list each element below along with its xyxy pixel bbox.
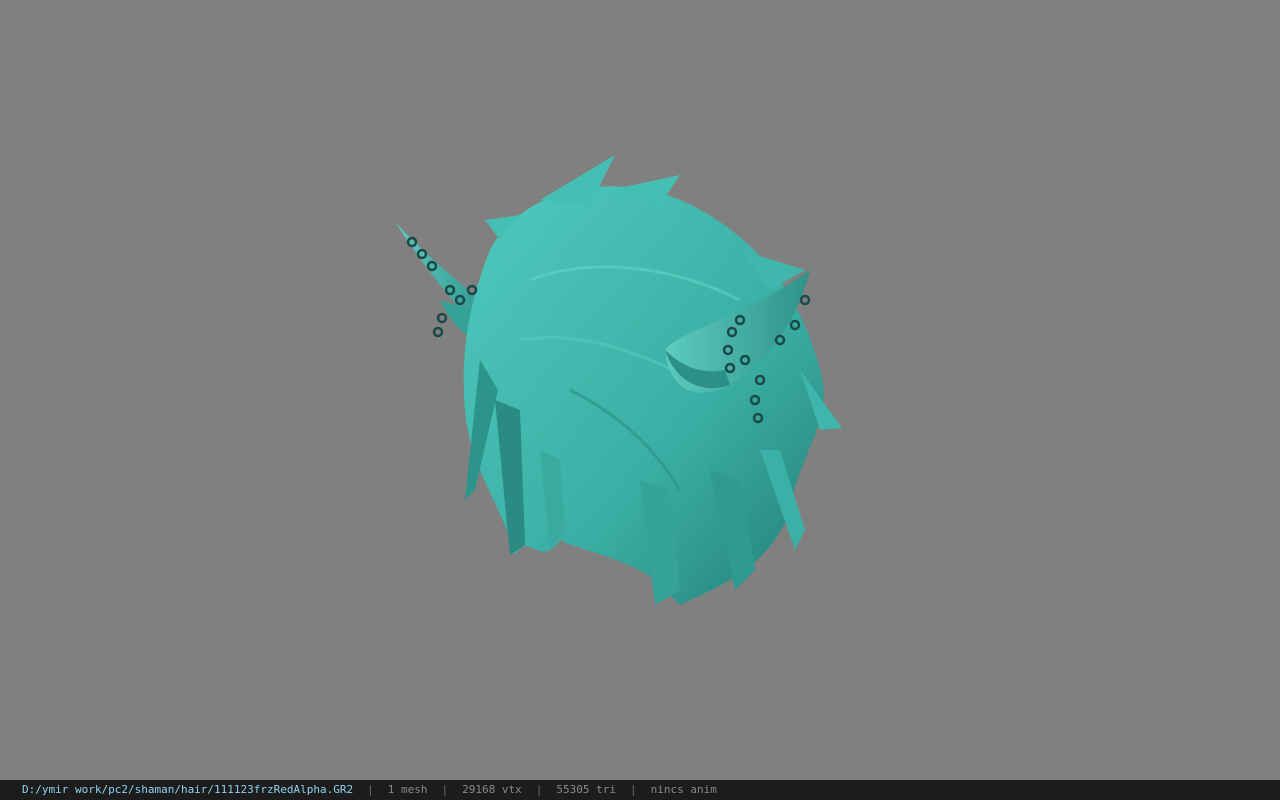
hair-model-render[interactable]: [380, 150, 860, 620]
3d-viewport[interactable]: [0, 0, 1280, 780]
triangle-count: 55305 tri: [556, 783, 616, 796]
animation-status: nincs anim: [650, 783, 717, 796]
vertex-count: 29168 vtx: [462, 783, 522, 796]
separator: |: [629, 783, 637, 796]
hair-mass: [463, 155, 842, 605]
status-bar: D:/ymir work/pc2/shaman/hair/111123frzRe…: [0, 780, 1280, 800]
separator: |: [367, 783, 374, 796]
file-path: D:/ymir work/pc2/shaman/hair/111123frzRe…: [22, 783, 354, 796]
separator: |: [441, 783, 449, 796]
separator: |: [535, 783, 543, 796]
mesh-count: 1 mesh: [387, 783, 428, 796]
